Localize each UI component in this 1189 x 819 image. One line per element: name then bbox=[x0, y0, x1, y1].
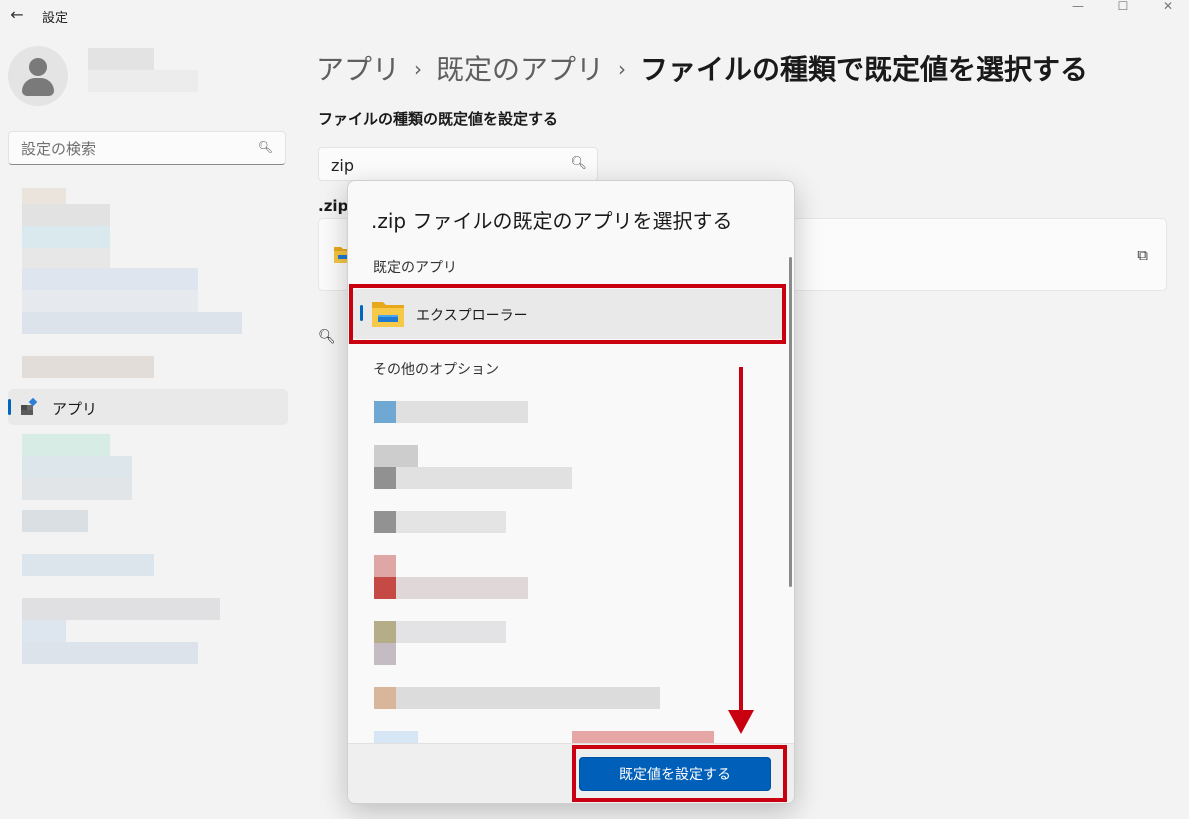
app-option-icon-blurred bbox=[374, 621, 396, 643]
nav-item-blurred[interactable] bbox=[22, 510, 88, 532]
annotation-arrow-head bbox=[728, 710, 754, 734]
dialog-scrollbar[interactable] bbox=[789, 257, 792, 587]
sidebar-item-apps[interactable]: アプリ bbox=[8, 389, 288, 425]
default-app-section-label: 既定のアプリ bbox=[373, 260, 457, 276]
section-title: ファイルの種類の既定値を設定する bbox=[318, 110, 559, 128]
maximize-button[interactable]: ☐ bbox=[1103, 0, 1143, 14]
app-option-label: エクスプローラー bbox=[416, 308, 528, 324]
nav-item-blurred[interactable] bbox=[22, 554, 154, 576]
back-button[interactable]: ← bbox=[8, 4, 26, 26]
account-email-blurred bbox=[88, 70, 198, 92]
nav-item-blurred[interactable] bbox=[22, 620, 66, 642]
app-option-icon-blurred bbox=[374, 445, 418, 467]
app-option-icon-blurred bbox=[374, 687, 396, 709]
dialog-title: .zip ファイルの既定のアプリを選択する bbox=[371, 209, 733, 233]
nav-item-blurred[interactable] bbox=[22, 478, 132, 500]
file-explorer-icon bbox=[372, 302, 404, 327]
app-option-icon-blurred bbox=[374, 555, 396, 577]
help-icon[interactable]: 🔍︎ bbox=[318, 329, 336, 345]
app-option-blurred[interactable] bbox=[396, 621, 506, 643]
nav-item-blurred[interactable] bbox=[22, 356, 154, 378]
annotation-arrow-line bbox=[739, 367, 743, 715]
settings-search-input[interactable] bbox=[19, 138, 253, 160]
breadcrumb-default-apps[interactable]: 既定のアプリ bbox=[436, 53, 604, 86]
file-type-search-box[interactable]: 🔍︎ bbox=[318, 147, 598, 181]
page-title: ファイルの種類で既定値を選択する bbox=[640, 53, 1089, 86]
nav-item-blurred[interactable] bbox=[22, 456, 132, 478]
settings-search-box[interactable]: 🔍︎ bbox=[8, 131, 286, 165]
maximize-icon: ☐ bbox=[1117, 0, 1129, 13]
breadcrumb-separator: › bbox=[618, 57, 627, 81]
search-icon: 🔍︎ bbox=[257, 140, 273, 154]
title-bar: ← 設定 — ☐ ✕ bbox=[0, 0, 1189, 32]
app-option-icon-blurred bbox=[374, 401, 396, 423]
app-title: 設定 bbox=[42, 11, 69, 26]
nav-item-blurred[interactable] bbox=[22, 312, 242, 334]
nav-item-blurred[interactable] bbox=[22, 642, 198, 664]
selection-indicator bbox=[8, 399, 11, 415]
nav-item-blurred[interactable] bbox=[22, 204, 110, 226]
nav-item-blurred[interactable] bbox=[22, 268, 198, 290]
set-default-button[interactable]: 既定値を設定する bbox=[579, 757, 771, 791]
minimize-icon: — bbox=[1072, 0, 1084, 13]
other-options-section-label: その他のオプション bbox=[373, 362, 499, 378]
nav-item-blurred[interactable] bbox=[22, 598, 220, 620]
app-option-icon-blurred bbox=[374, 577, 396, 599]
app-option-blurred[interactable] bbox=[396, 401, 528, 423]
arrow-left-icon: ← bbox=[10, 5, 24, 24]
person-icon-body bbox=[22, 78, 54, 96]
file-type-search-input[interactable] bbox=[329, 154, 563, 176]
avatar[interactable] bbox=[8, 46, 68, 106]
nav-item-blurred[interactable] bbox=[22, 434, 110, 456]
dialog-footer: 既定値を設定する bbox=[348, 743, 794, 803]
nav-item-blurred[interactable] bbox=[22, 226, 110, 248]
app-option-blurred[interactable] bbox=[396, 467, 572, 489]
nav-item-blurred[interactable] bbox=[22, 248, 110, 268]
person-icon-head bbox=[29, 58, 47, 76]
breadcrumb-apps[interactable]: アプリ bbox=[316, 53, 400, 86]
app-option-blurred[interactable] bbox=[396, 687, 660, 709]
breadcrumb-separator: › bbox=[414, 57, 423, 81]
selection-indicator bbox=[360, 305, 363, 321]
open-external-icon[interactable]: ⧉ bbox=[1137, 246, 1148, 264]
app-option-blurred[interactable] bbox=[396, 577, 528, 599]
close-icon: ✕ bbox=[1162, 0, 1174, 13]
account-name-blurred bbox=[88, 48, 154, 70]
app-option-explorer[interactable]: エクスプローラー bbox=[352, 289, 784, 339]
app-option-icon-blurred bbox=[374, 731, 418, 743]
app-option-blurred[interactable] bbox=[572, 731, 714, 743]
app-option-icon-blurred bbox=[374, 511, 396, 533]
breadcrumb: アプリ › 既定のアプリ › ファイルの種類で既定値を選択する bbox=[316, 48, 1088, 88]
nav-item-blurred[interactable] bbox=[22, 290, 198, 312]
sidebar-item-label: アプリ bbox=[52, 400, 98, 418]
search-icon: 🔍︎ bbox=[570, 156, 587, 171]
extension-label: .zip bbox=[318, 197, 349, 215]
apps-icon bbox=[21, 398, 38, 415]
app-option-icon-blurred bbox=[374, 643, 396, 665]
app-option-icon-blurred bbox=[374, 467, 396, 489]
app-option-blurred[interactable] bbox=[396, 511, 506, 533]
close-button[interactable]: ✕ bbox=[1148, 0, 1188, 14]
minimize-button[interactable]: — bbox=[1058, 0, 1098, 14]
